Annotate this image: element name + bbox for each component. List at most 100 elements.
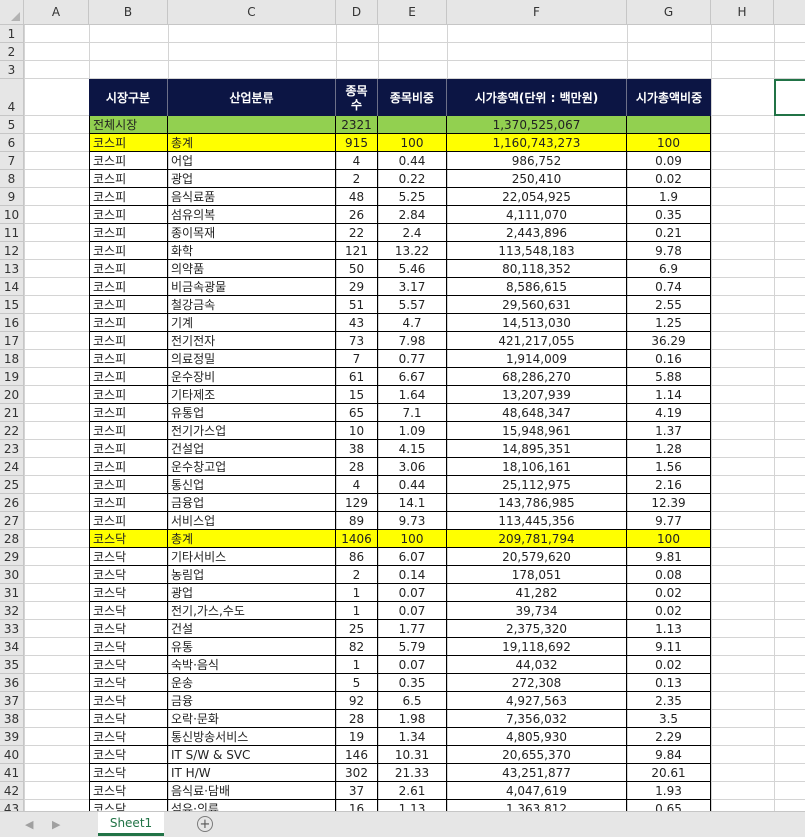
cell-market[interactable]: 코스닥 bbox=[89, 656, 168, 674]
cell-ratio[interactable]: 0.07 bbox=[378, 602, 447, 620]
cell-cap-ratio[interactable]: 1.13 bbox=[627, 620, 711, 638]
cell-cap-ratio[interactable]: 9.81 bbox=[627, 548, 711, 566]
cell-ratio[interactable]: 0.07 bbox=[378, 584, 447, 602]
selected-cell[interactable] bbox=[774, 79, 805, 116]
cell-count[interactable]: 5 bbox=[336, 674, 378, 692]
cell-cap[interactable]: 250,410 bbox=[447, 170, 627, 188]
column-header-b[interactable]: B bbox=[89, 0, 168, 25]
cell-cap[interactable]: 4,047,619 bbox=[447, 782, 627, 800]
cell-cap[interactable]: 272,308 bbox=[447, 674, 627, 692]
cell-count[interactable]: 10 bbox=[336, 422, 378, 440]
row-header-22[interactable]: 22 bbox=[0, 422, 24, 440]
cell-cap-ratio[interactable]: 100 bbox=[627, 530, 711, 548]
cell-industry[interactable]: 기타제조 bbox=[168, 386, 336, 404]
cell-market[interactable]: 코스피 bbox=[89, 386, 168, 404]
column-header-e[interactable]: E bbox=[378, 0, 447, 25]
cell-industry[interactable]: 기계 bbox=[168, 314, 336, 332]
cell-cap[interactable]: 14,513,030 bbox=[447, 314, 627, 332]
cell-cap-ratio[interactable]: 0.21 bbox=[627, 224, 711, 242]
cell-cap[interactable]: 39,734 bbox=[447, 602, 627, 620]
cell-ratio[interactable]: 5.79 bbox=[378, 638, 447, 656]
cell-count[interactable]: 4 bbox=[336, 476, 378, 494]
row-header-17[interactable]: 17 bbox=[0, 332, 24, 350]
cell-count[interactable]: 43 bbox=[336, 314, 378, 332]
row-header-4[interactable]: 4 bbox=[0, 79, 24, 116]
cell-industry[interactable]: 음식료품 bbox=[168, 188, 336, 206]
row-header-37[interactable]: 37 bbox=[0, 692, 24, 710]
row-header-16[interactable]: 16 bbox=[0, 314, 24, 332]
cell-market[interactable]: 코스닥 bbox=[89, 584, 168, 602]
cell-count[interactable]: 2 bbox=[336, 170, 378, 188]
cell-industry[interactable]: 총계 bbox=[168, 530, 336, 548]
cell-market[interactable]: 코스닥 bbox=[89, 746, 168, 764]
cell-cap[interactable]: 13,207,939 bbox=[447, 386, 627, 404]
cell-industry[interactable]: IT H/W bbox=[168, 764, 336, 782]
cell-cap[interactable]: 44,032 bbox=[447, 656, 627, 674]
cell-ratio[interactable]: 0.44 bbox=[378, 476, 447, 494]
header-market[interactable]: 시장구분 bbox=[89, 79, 168, 116]
cell-cap-ratio[interactable]: 0.02 bbox=[627, 170, 711, 188]
cell-industry[interactable]: 섬유의복 bbox=[168, 206, 336, 224]
cell-ratio[interactable]: 6.67 bbox=[378, 368, 447, 386]
cell-industry[interactable]: 기타서비스 bbox=[168, 548, 336, 566]
cell-market[interactable]: 코스피 bbox=[89, 476, 168, 494]
cell-count[interactable]: 302 bbox=[336, 764, 378, 782]
cell-ratio[interactable]: 21.33 bbox=[378, 764, 447, 782]
cell-cap-ratio[interactable]: 1.37 bbox=[627, 422, 711, 440]
row-header-36[interactable]: 36 bbox=[0, 674, 24, 692]
column-header-g[interactable]: G bbox=[627, 0, 711, 25]
cell-market[interactable]: 코스닥 bbox=[89, 764, 168, 782]
cell-cap-ratio[interactable]: 0.02 bbox=[627, 656, 711, 674]
row-header-14[interactable]: 14 bbox=[0, 278, 24, 296]
cell-cap[interactable]: 43,251,877 bbox=[447, 764, 627, 782]
cell-industry[interactable]: 종이목재 bbox=[168, 224, 336, 242]
cell-ratio[interactable]: 2.84 bbox=[378, 206, 447, 224]
cell-cap[interactable]: 113,445,356 bbox=[447, 512, 627, 530]
cell-count[interactable]: 2321 bbox=[336, 116, 378, 134]
cell-cap[interactable]: 20,655,370 bbox=[447, 746, 627, 764]
cell-ratio[interactable]: 3.06 bbox=[378, 458, 447, 476]
cell-cap-ratio[interactable]: 0.08 bbox=[627, 566, 711, 584]
row-header-32[interactable]: 32 bbox=[0, 602, 24, 620]
cell-industry[interactable]: 의료정밀 bbox=[168, 350, 336, 368]
column-header-a[interactable]: A bbox=[24, 0, 89, 25]
row-header-33[interactable]: 33 bbox=[0, 620, 24, 638]
cell-ratio[interactable]: 0.44 bbox=[378, 152, 447, 170]
column-header-i[interactable] bbox=[774, 0, 805, 25]
cell-market[interactable]: 코스피 bbox=[89, 260, 168, 278]
cell-cap[interactable]: 8,586,615 bbox=[447, 278, 627, 296]
row-header-10[interactable]: 10 bbox=[0, 206, 24, 224]
cell-industry[interactable]: 광업 bbox=[168, 170, 336, 188]
row-header-15[interactable]: 15 bbox=[0, 296, 24, 314]
cell-industry[interactable]: 운수창고업 bbox=[168, 458, 336, 476]
cell-market[interactable]: 코스피 bbox=[89, 224, 168, 242]
cell-count[interactable]: 121 bbox=[336, 242, 378, 260]
row-header-40[interactable]: 40 bbox=[0, 746, 24, 764]
cell-industry[interactable]: 전기,가스,수도 bbox=[168, 602, 336, 620]
cell-cap[interactable]: 421,217,055 bbox=[447, 332, 627, 350]
cell-cap[interactable]: 2,443,896 bbox=[447, 224, 627, 242]
select-all-corner[interactable] bbox=[0, 0, 24, 25]
row-header-29[interactable]: 29 bbox=[0, 548, 24, 566]
row-header-23[interactable]: 23 bbox=[0, 440, 24, 458]
cell-ratio[interactable]: 9.73 bbox=[378, 512, 447, 530]
cell-cap-ratio[interactable]: 100 bbox=[627, 134, 711, 152]
cell-ratio[interactable]: 1.98 bbox=[378, 710, 447, 728]
cell-count[interactable]: 16 bbox=[336, 800, 378, 811]
cell-ratio[interactable]: 10.31 bbox=[378, 746, 447, 764]
cell-cap[interactable]: 986,752 bbox=[447, 152, 627, 170]
header-industry[interactable]: 산업분류 bbox=[168, 79, 336, 116]
cell-cap-ratio[interactable]: 0.09 bbox=[627, 152, 711, 170]
cell-industry[interactable]: IT S/W & SVC bbox=[168, 746, 336, 764]
cell-cap-ratio[interactable]: 9.77 bbox=[627, 512, 711, 530]
cell-count[interactable]: 15 bbox=[336, 386, 378, 404]
cell-cap[interactable]: 4,111,070 bbox=[447, 206, 627, 224]
cell-cap[interactable]: 1,914,009 bbox=[447, 350, 627, 368]
cell-cap-ratio[interactable]: 0.02 bbox=[627, 602, 711, 620]
cell-ratio[interactable]: 0.35 bbox=[378, 674, 447, 692]
cell-cap[interactable]: 48,648,347 bbox=[447, 404, 627, 422]
cell-ratio[interactable] bbox=[378, 116, 447, 134]
cell-cap-ratio[interactable] bbox=[627, 116, 711, 134]
header-market-cap[interactable]: 시가총액(단위 : 백만원) bbox=[447, 79, 627, 116]
row-header-41[interactable]: 41 bbox=[0, 764, 24, 782]
